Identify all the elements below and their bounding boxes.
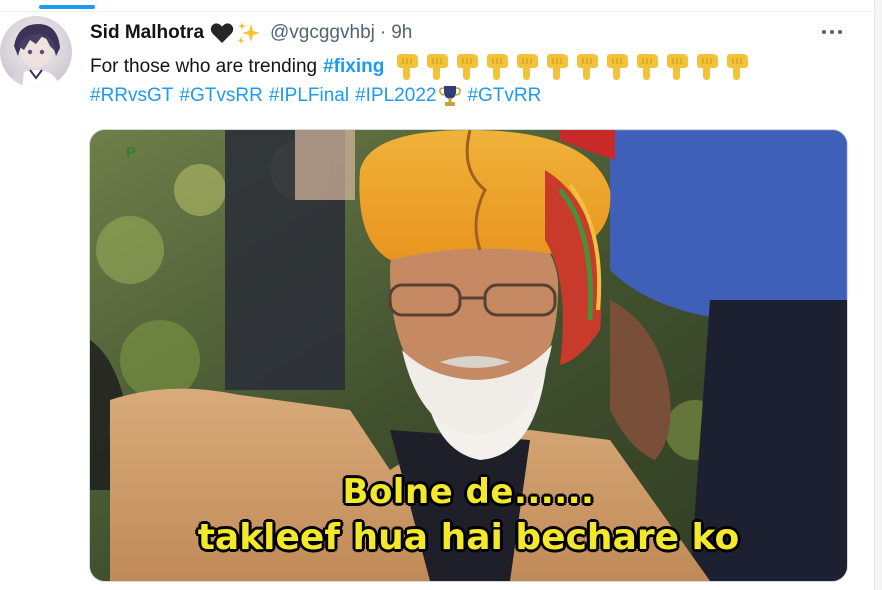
black-heart-icon	[210, 22, 234, 44]
separator-dot: ·	[379, 22, 387, 43]
meme-photo	[90, 130, 847, 581]
backhand-index-pointing-down-icon	[573, 53, 600, 80]
loading-progress-bar	[39, 5, 95, 9]
backhand-index-pointing-down-icon	[513, 53, 540, 80]
watermark-logo: P	[126, 144, 137, 161]
backhand-index-pointing-down-icon	[693, 53, 720, 80]
sparkles-icon	[236, 20, 262, 46]
hashtag-link[interactable]: #GTvsRR	[179, 81, 262, 110]
avatar[interactable]	[0, 16, 72, 88]
divider	[0, 11, 875, 12]
scrollbar-track[interactable]	[874, 0, 882, 590]
tweet-text: For those who are trending #fixing #RRvs…	[90, 52, 850, 110]
backhand-index-pointing-down-icon	[723, 53, 750, 80]
meme-caption-line-2: takleef hua hai bechare ko	[197, 517, 740, 558]
hashtag-link[interactable]: #GTvRR	[467, 81, 541, 110]
trophy-icon	[439, 84, 462, 108]
tweet-header: Sid Malhotra @vgcggvhbj · 9h	[90, 19, 412, 47]
tweet-text-line-1: For those who are trending #fixing	[90, 52, 850, 81]
more-options-icon[interactable]	[818, 20, 846, 44]
tweet-text-line-2: #RRvsGT #GTvsRR #IPLFinal #IPL2022 #GTvR…	[90, 81, 850, 110]
tweet-text-intro: For those who are trending	[90, 56, 318, 77]
hashtag-link[interactable]: #fixing	[323, 52, 384, 81]
backhand-index-pointing-down-icon	[423, 53, 450, 80]
pointer-emoji-row	[390, 53, 750, 80]
tweet-timestamp[interactable]: 9h	[391, 22, 412, 44]
more-dot	[822, 30, 826, 34]
backhand-index-pointing-down-icon	[483, 53, 510, 80]
backhand-index-pointing-down-icon	[603, 53, 630, 80]
more-dot	[830, 30, 834, 34]
avatar-illustration	[8, 24, 60, 88]
backhand-index-pointing-down-icon	[453, 53, 480, 80]
backhand-index-pointing-down-icon	[633, 53, 660, 80]
hashtag-link[interactable]: #IPL2022	[355, 81, 436, 110]
more-dot	[838, 30, 842, 34]
hashtag-link[interactable]: #IPLFinal	[269, 81, 349, 110]
backhand-index-pointing-down-icon	[543, 53, 570, 80]
tweet-image[interactable]: P Bolne de...... takleef hua hai bechare…	[89, 129, 848, 582]
author-handle[interactable]: @vgcggvhbj	[270, 22, 375, 44]
meme-caption-line-1: Bolne de......	[342, 472, 595, 512]
author-name[interactable]: Sid Malhotra	[90, 22, 204, 44]
backhand-index-pointing-down-icon	[393, 53, 420, 80]
backhand-index-pointing-down-icon	[663, 53, 690, 80]
hashtag-link[interactable]: #RRvsGT	[90, 81, 173, 110]
